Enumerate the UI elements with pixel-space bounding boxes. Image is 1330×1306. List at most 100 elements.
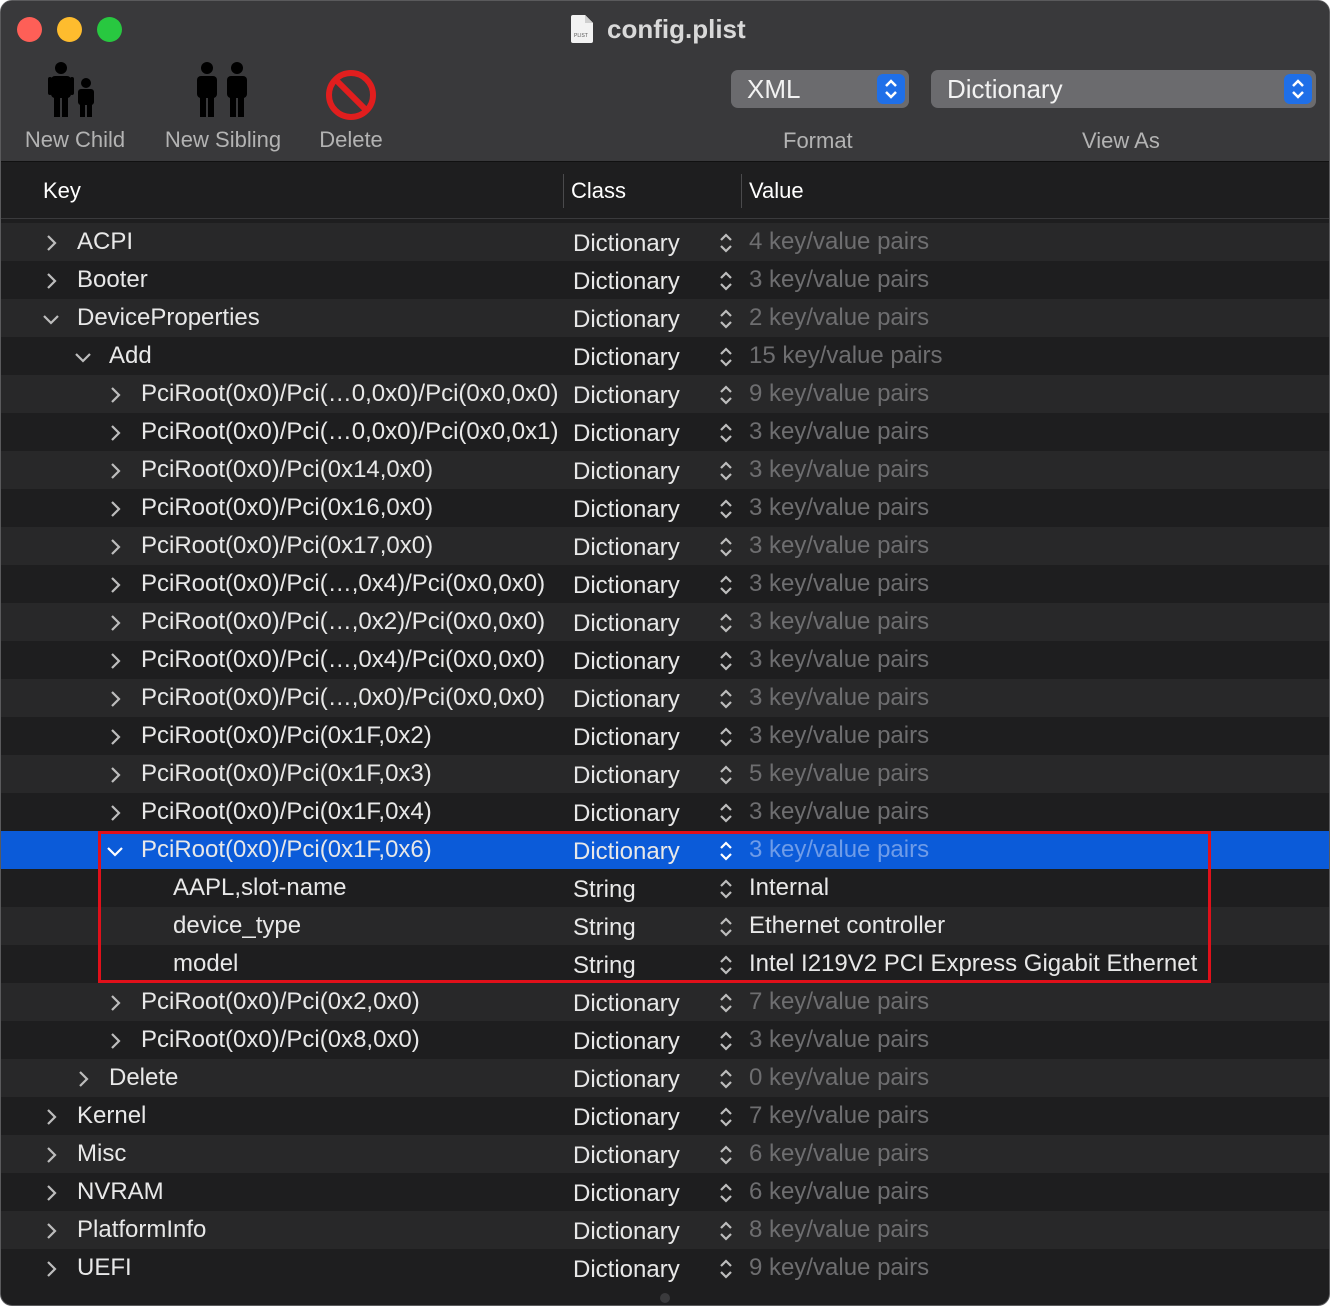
row-class[interactable]: Dictionary	[573, 458, 680, 486]
row-class[interactable]: Dictionary	[573, 724, 680, 752]
row-class[interactable]: Dictionary	[573, 534, 680, 562]
row-class[interactable]: Dictionary	[573, 1142, 680, 1170]
outline-row[interactable]: Misc Dictionary 6 key/value pairs	[1, 1135, 1329, 1173]
class-stepper-icon[interactable]	[718, 916, 734, 945]
row-value[interactable]: 2 key/value pairs	[749, 304, 929, 332]
outline-row[interactable]: Booter Dictionary 3 key/value pairs	[1, 261, 1329, 299]
class-stepper-icon[interactable]	[718, 422, 734, 451]
chevron-right-icon[interactable]	[105, 422, 125, 442]
column-value-header[interactable]: Value	[749, 178, 804, 204]
row-class[interactable]: Dictionary	[573, 496, 680, 524]
row-value[interactable]: Internal	[749, 874, 829, 902]
row-class[interactable]: Dictionary	[573, 230, 680, 258]
row-key[interactable]: PciRoot(0x0)/Pci(0x16,0x0)	[141, 494, 433, 522]
outline-row[interactable]: PciRoot(0x0)/Pci(0x16,0x0) Dictionary 3 ke…	[1, 489, 1329, 527]
chevron-right-icon[interactable]	[41, 1220, 61, 1240]
row-value[interactable]: Ethernet controller	[749, 912, 945, 940]
row-class[interactable]: Dictionary	[573, 800, 680, 828]
chevron-right-icon[interactable]	[105, 764, 125, 784]
outline-row[interactable]: PlatformInfo Dictionary 8 key/value pairs	[1, 1211, 1329, 1249]
view-as-popup[interactable]: Dictionary	[931, 70, 1316, 108]
row-key[interactable]: PciRoot(0x0)/Pci(0x14,0x0)	[141, 456, 433, 484]
chevron-right-icon[interactable]	[105, 802, 125, 822]
outline-row[interactable]: AAPL,slot-name String Internal	[1, 869, 1329, 907]
row-value[interactable]: 8 key/value pairs	[749, 1216, 929, 1244]
outline-row[interactable]: UEFI Dictionary 9 key/value pairs	[1, 1249, 1329, 1287]
chevron-right-icon[interactable]	[41, 1182, 61, 1202]
row-class[interactable]: String	[573, 876, 636, 904]
row-class[interactable]: Dictionary	[573, 1256, 680, 1284]
chevron-down-icon[interactable]	[41, 308, 61, 328]
row-class[interactable]: Dictionary	[573, 610, 680, 638]
row-key[interactable]: PciRoot(0x0)/Pci(0x17,0x0)	[141, 532, 433, 560]
row-value[interactable]: 3 key/value pairs	[749, 532, 929, 560]
chevron-right-icon[interactable]	[105, 460, 125, 480]
row-key[interactable]: ACPI	[77, 228, 133, 256]
row-key[interactable]: PciRoot(0x0)/Pci(0x1F,0x2)	[141, 722, 432, 750]
row-key[interactable]: model	[173, 950, 238, 978]
row-key[interactable]: Booter	[77, 266, 148, 294]
outline-row[interactable]: PciRoot(0x0)/Pci(…,0x0)/Pci(0x0,0x0) Dict…	[1, 679, 1329, 717]
class-stepper-icon[interactable]	[718, 650, 734, 679]
outline-row[interactable]: Add Dictionary 15 key/value pairs	[1, 337, 1329, 375]
new-child-button[interactable]: New Child	[21, 59, 129, 153]
class-stepper-icon[interactable]	[718, 802, 734, 831]
row-class[interactable]: Dictionary	[573, 648, 680, 676]
chevron-right-icon[interactable]	[105, 384, 125, 404]
row-class[interactable]: Dictionary	[573, 420, 680, 448]
class-stepper-icon[interactable]	[718, 1144, 734, 1173]
outline-row[interactable]: PciRoot(0x0)/Pci(…,0x2)/Pci(0x0,0x0) Dict…	[1, 603, 1329, 641]
row-class[interactable]: Dictionary	[573, 1028, 680, 1056]
class-stepper-icon[interactable]	[718, 536, 734, 565]
row-class[interactable]: Dictionary	[573, 306, 680, 334]
format-popup[interactable]: XML	[731, 70, 909, 108]
row-key[interactable]: PciRoot(0x0)/Pci(0x2,0x0)	[141, 988, 420, 1016]
row-value[interactable]: 5 key/value pairs	[749, 760, 929, 788]
delete-button[interactable]: Delete	[315, 59, 387, 153]
row-value[interactable]: 3 key/value pairs	[749, 722, 929, 750]
row-value[interactable]: 6 key/value pairs	[749, 1140, 929, 1168]
class-stepper-icon[interactable]	[718, 498, 734, 527]
close-window-button[interactable]	[17, 17, 42, 42]
row-key[interactable]: device_type	[173, 912, 301, 940]
chevron-right-icon[interactable]	[105, 574, 125, 594]
row-value[interactable]: 3 key/value pairs	[749, 684, 929, 712]
chevron-right-icon[interactable]	[105, 498, 125, 518]
minimize-window-button[interactable]	[57, 17, 82, 42]
chevron-down-icon[interactable]	[105, 840, 125, 860]
row-key[interactable]: PciRoot(0x0)/Pci(0x8,0x0)	[141, 1026, 420, 1054]
class-stepper-icon[interactable]	[718, 346, 734, 375]
outline-row[interactable]: PciRoot(0x0)/Pci(0x2,0x0) Dictionary 7 key…	[1, 983, 1329, 1021]
class-stepper-icon[interactable]	[718, 1220, 734, 1249]
outline-row[interactable]: DeviceProperties Dictionary 2 key/value pa…	[1, 299, 1329, 337]
outline-row[interactable]: Delete Dictionary 0 key/value pairs	[1, 1059, 1329, 1097]
row-value[interactable]: 9 key/value pairs	[749, 380, 929, 408]
row-key[interactable]: UEFI	[77, 1254, 132, 1282]
row-class[interactable]: Dictionary	[573, 1066, 680, 1094]
chevron-right-icon[interactable]	[105, 612, 125, 632]
row-class[interactable]: Dictionary	[573, 1218, 680, 1246]
row-class[interactable]: Dictionary	[573, 990, 680, 1018]
column-divider[interactable]	[741, 174, 742, 208]
chevron-right-icon[interactable]	[73, 1068, 93, 1088]
row-class[interactable]: String	[573, 952, 636, 980]
column-class-header[interactable]: Class	[571, 178, 626, 204]
chevron-right-icon[interactable]	[41, 1258, 61, 1278]
chevron-right-icon[interactable]	[105, 536, 125, 556]
chevron-right-icon[interactable]	[105, 650, 125, 670]
row-key[interactable]: PciRoot(0x0)/Pci(…,0x4)/Pci(0x0,0x0)	[141, 646, 545, 674]
row-key[interactable]: PciRoot(0x0)/Pci(0x1F,0x4)	[141, 798, 432, 826]
row-value[interactable]: 3 key/value pairs	[749, 266, 929, 294]
outline-row[interactable]: model String Intel I219V2 PCI Express Giga…	[1, 945, 1329, 983]
class-stepper-icon[interactable]	[718, 574, 734, 603]
class-stepper-icon[interactable]	[718, 460, 734, 489]
row-key[interactable]: PciRoot(0x0)/Pci(…0,0x0)/Pci(0x0,0x1)	[141, 418, 558, 446]
class-stepper-icon[interactable]	[718, 1182, 734, 1211]
row-value[interactable]: 3 key/value pairs	[749, 456, 929, 484]
class-stepper-icon[interactable]	[718, 764, 734, 793]
row-key[interactable]: PciRoot(0x0)/Pci(…,0x4)/Pci(0x0,0x0)	[141, 570, 545, 598]
outline-row[interactable]: NVRAM Dictionary 6 key/value pairs	[1, 1173, 1329, 1211]
outline-row[interactable]: PciRoot(0x0)/Pci(0x1F,0x3) Dictionary 5 ke…	[1, 755, 1329, 793]
row-value[interactable]: 0 key/value pairs	[749, 1064, 929, 1092]
new-sibling-button[interactable]: New Sibling	[161, 59, 285, 153]
